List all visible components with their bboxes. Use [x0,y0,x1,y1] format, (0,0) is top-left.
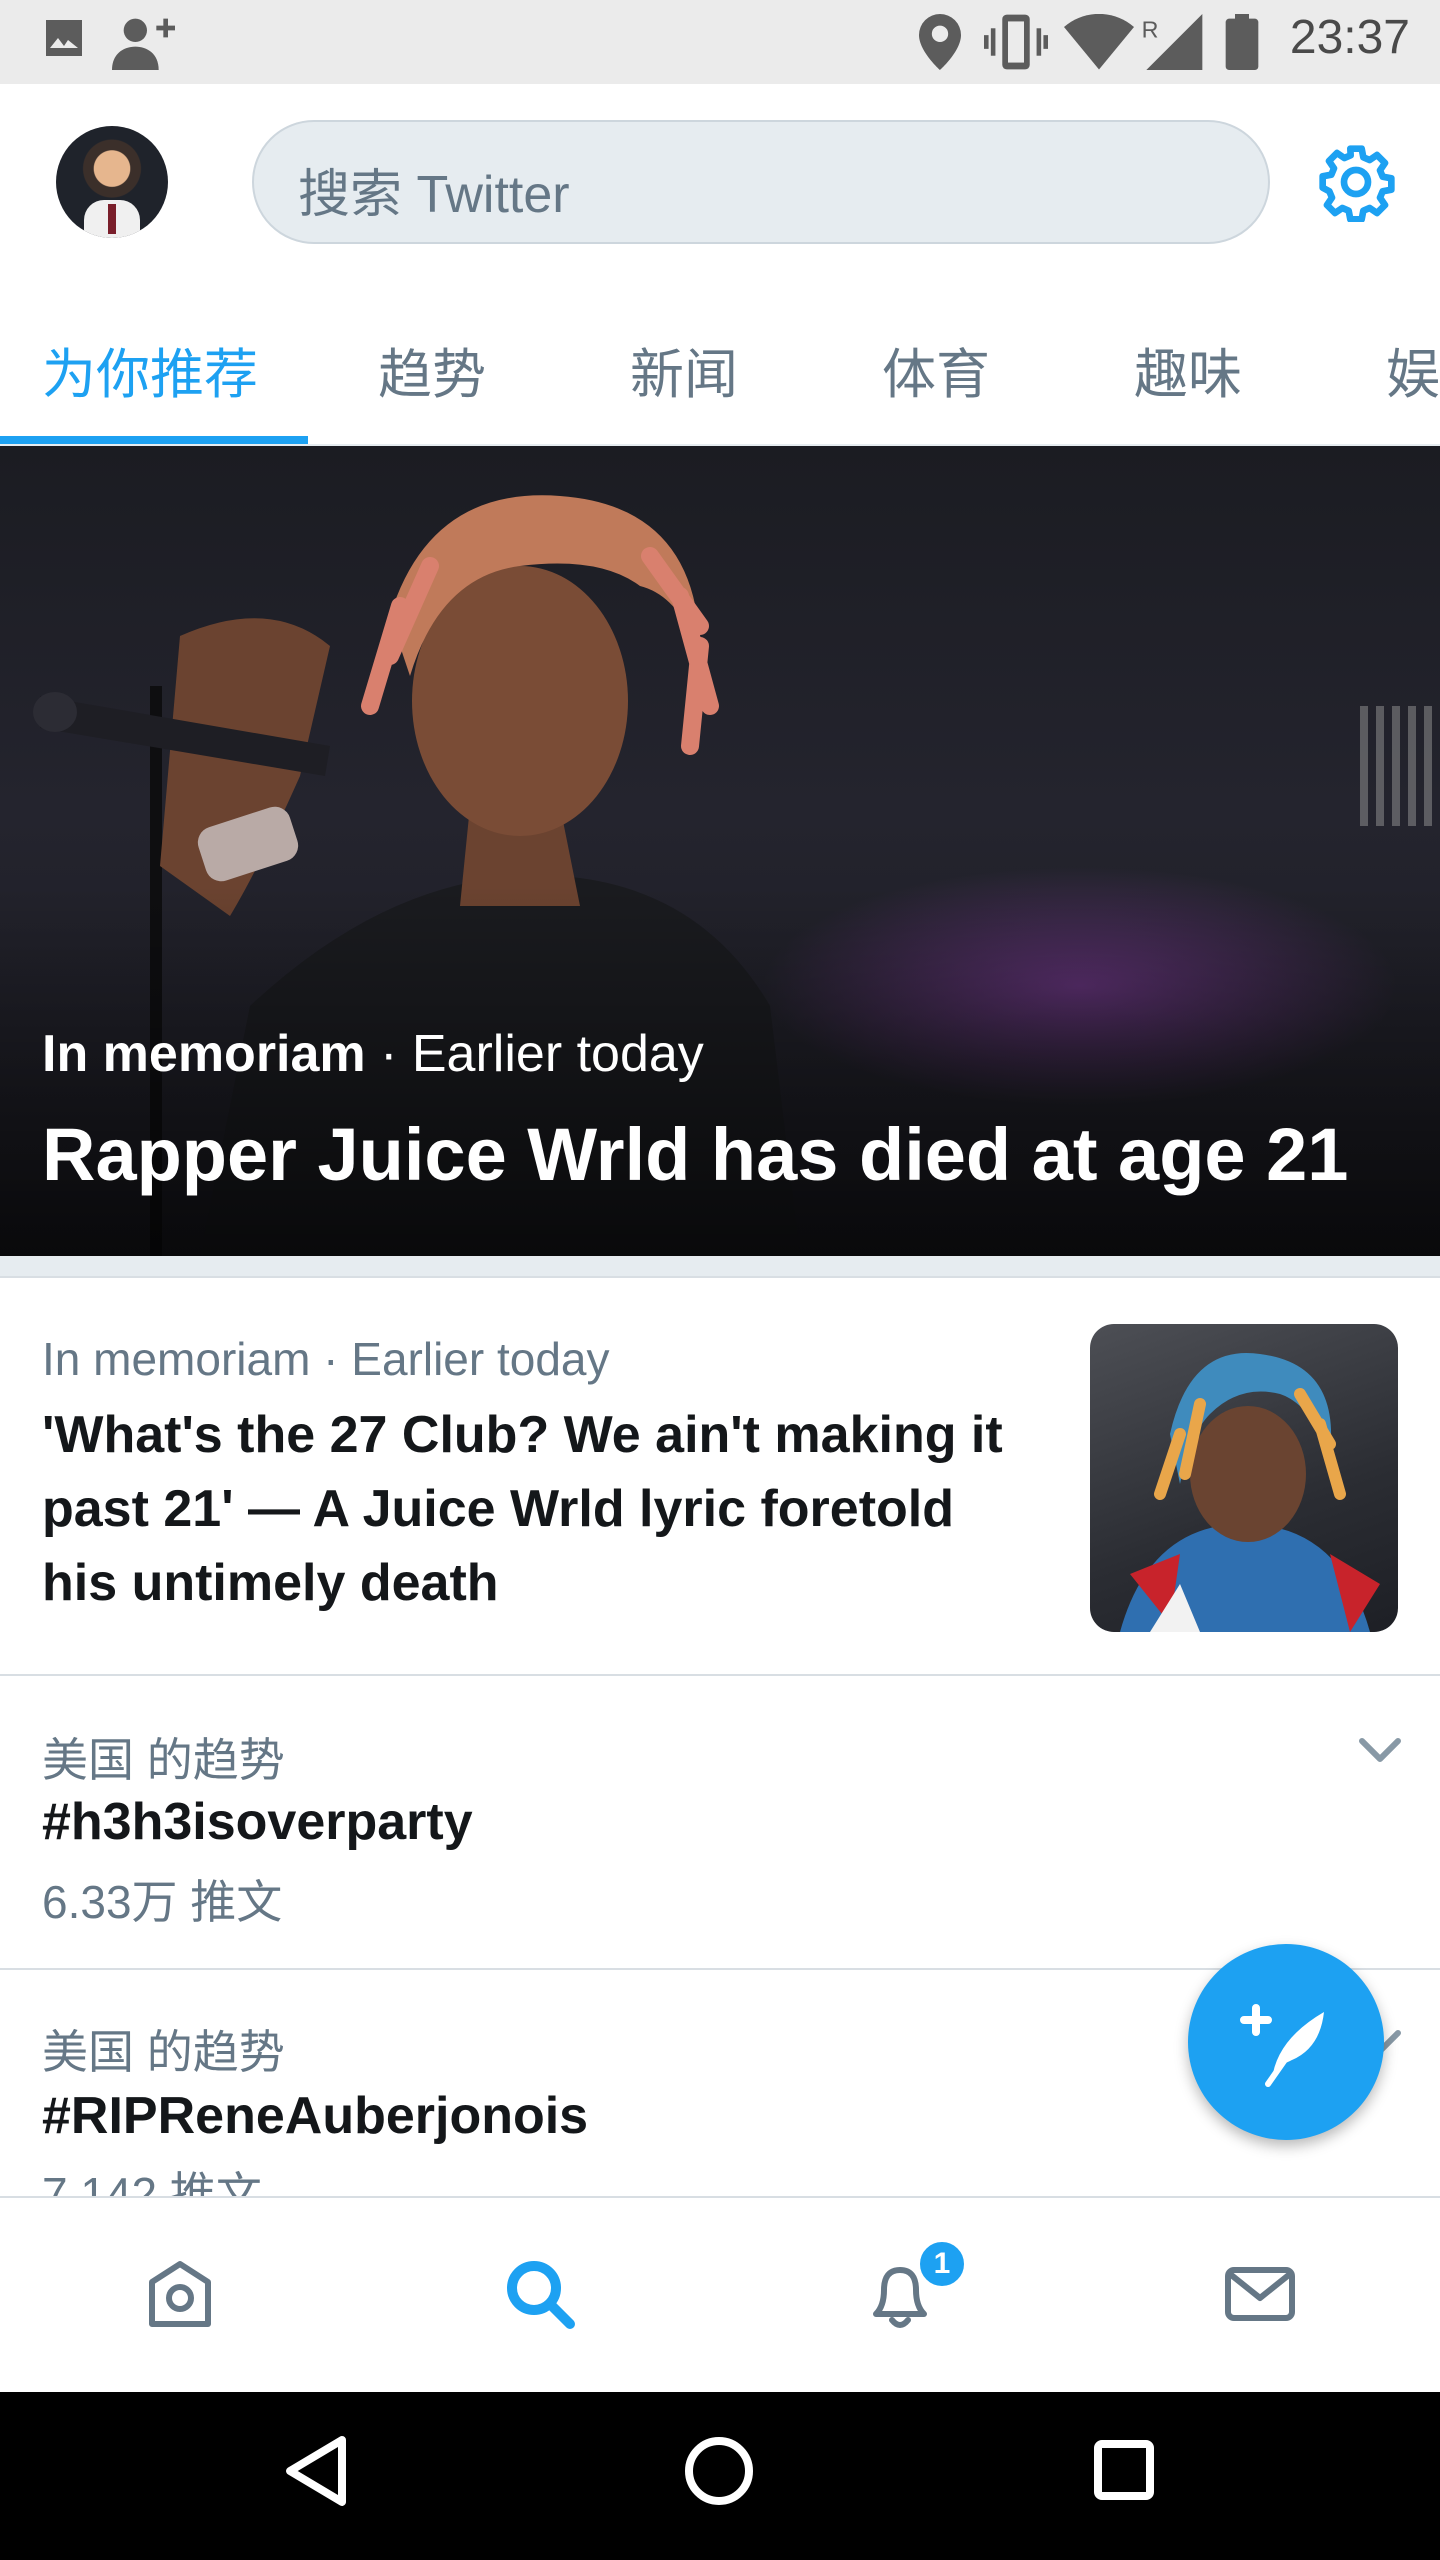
search-placeholder: 搜索 Twitter [298,166,570,224]
home-icon[interactable] [140,2254,220,2334]
news-thumbnail[interactable] [1090,1324,1398,1632]
trend-context: 美国 的趋势 [42,1734,285,1786]
status-bar: R 23:37 [0,0,1440,84]
trend-hashtag[interactable]: #RIPReneAuberjonois [42,2086,588,2146]
tab-for-you[interactable]: 为你推荐 [42,330,258,409]
notification-badge: 1 [916,2238,968,2290]
svg-text:R: R [1142,16,1159,42]
hero-category: In memoriam [42,1025,366,1083]
tab-fun[interactable]: 趣味 [1134,330,1242,409]
vibrate-icon [984,14,1048,70]
hero-time: · Earlier today [365,1025,704,1083]
chevron-down-icon[interactable] [1358,1736,1402,1766]
compose-tweet-button[interactable] [1188,1944,1384,2140]
image-icon [46,20,82,56]
home-circle-icon[interactable] [684,2436,754,2506]
compose-feather-icon [1240,2004,1324,2087]
battery-icon [1225,14,1259,70]
trend-hashtag[interactable]: #h3h3isoverparty [42,1792,473,1852]
tab-news[interactable]: 新闻 [630,330,738,409]
news-thumbnail-image [1120,1353,1380,1632]
tab-active-indicator [0,436,308,444]
clock: 23:37 [1289,11,1410,64]
system-navigation-bar [0,2392,1440,2560]
trend-context: 美国 的趋势 [42,2026,285,2078]
signal-roaming-icon: R [1142,14,1203,70]
hero-title[interactable]: Rapper Juice Wrld has died at age 21 [42,1112,1348,1197]
tab-entertainment[interactable]: 娱 [1386,330,1440,409]
tab-trending[interactable]: 趋势 [378,330,486,409]
search-icon[interactable] [500,2254,580,2334]
news-title[interactable]: 'What's the 27 Club? We ain't making it … [42,1398,1022,1620]
trend-count: 6.33万 推文 [42,1876,283,1928]
divider [0,1674,1440,1676]
recents-icon[interactable] [1092,2438,1156,2502]
add-person-icon [112,18,175,70]
news-meta: In memoriam · Earlier today [42,1333,610,1385]
trend-count: 7,142 推文 [42,2168,262,2196]
section-gap [0,1256,1440,1278]
hero-meta: In memoriam · Earlier today [42,1024,704,1084]
wifi-icon [1064,14,1134,70]
avatar[interactable] [56,126,168,238]
tab-sports[interactable]: 体育 [882,330,990,409]
back-icon[interactable] [282,2434,350,2508]
messages-icon[interactable] [1220,2254,1300,2334]
location-icon [919,14,961,70]
gear-icon[interactable] [1316,142,1396,222]
search-input[interactable]: 搜索 Twitter [252,120,1270,244]
